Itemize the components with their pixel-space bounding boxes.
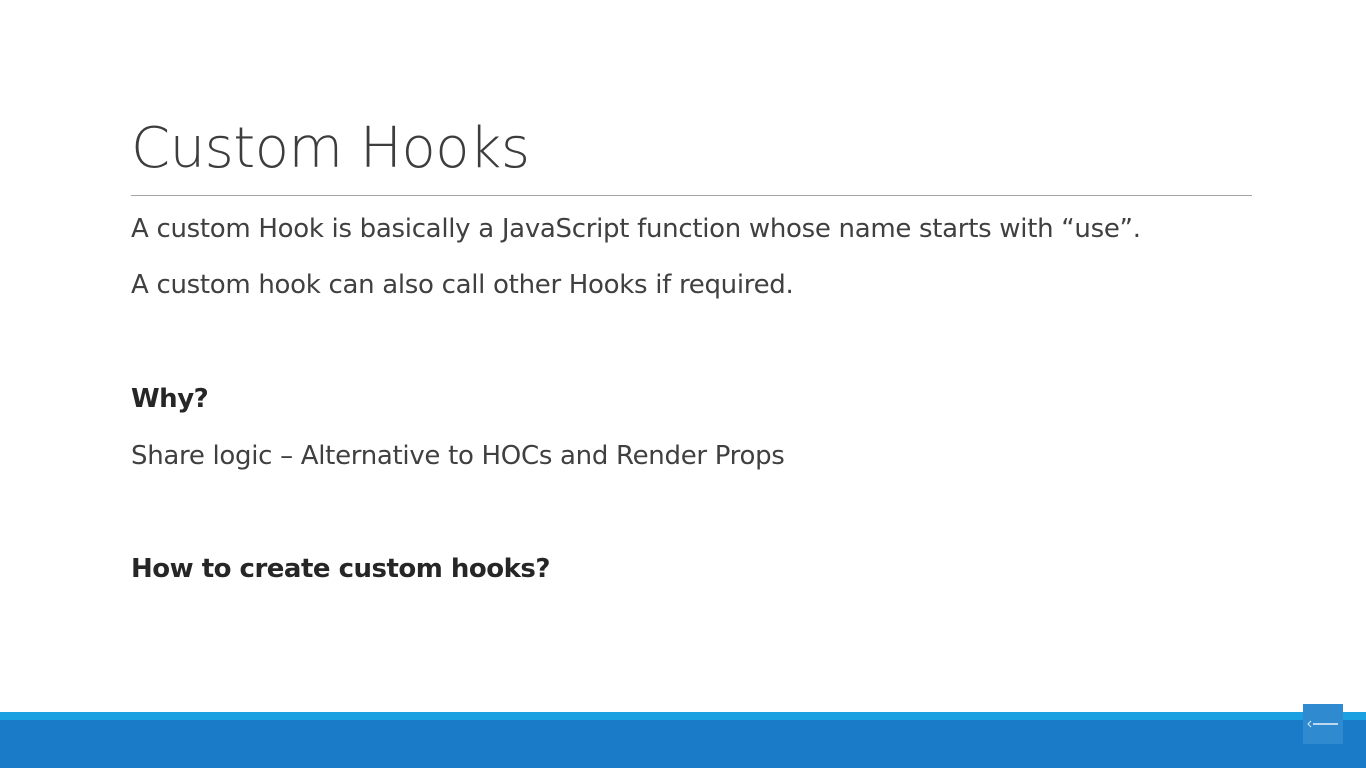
slide-title: Custom Hooks — [131, 116, 530, 181]
footer-bar — [0, 720, 1366, 768]
body-line-2: A custom hook can also call other Hooks … — [131, 270, 794, 300]
why-text: Share logic – Alternative to HOCs and Re… — [131, 441, 785, 471]
slide: Custom Hooks A custom Hook is basically … — [0, 0, 1366, 768]
footer-accent-stripe — [0, 712, 1366, 720]
codevolution-logo-icon — [1303, 704, 1343, 744]
how-heading: How to create custom hooks? — [131, 554, 550, 584]
why-heading: Why? — [131, 384, 209, 414]
body-line-1: A custom Hook is basically a JavaScript … — [131, 214, 1141, 244]
title-divider — [131, 195, 1252, 196]
